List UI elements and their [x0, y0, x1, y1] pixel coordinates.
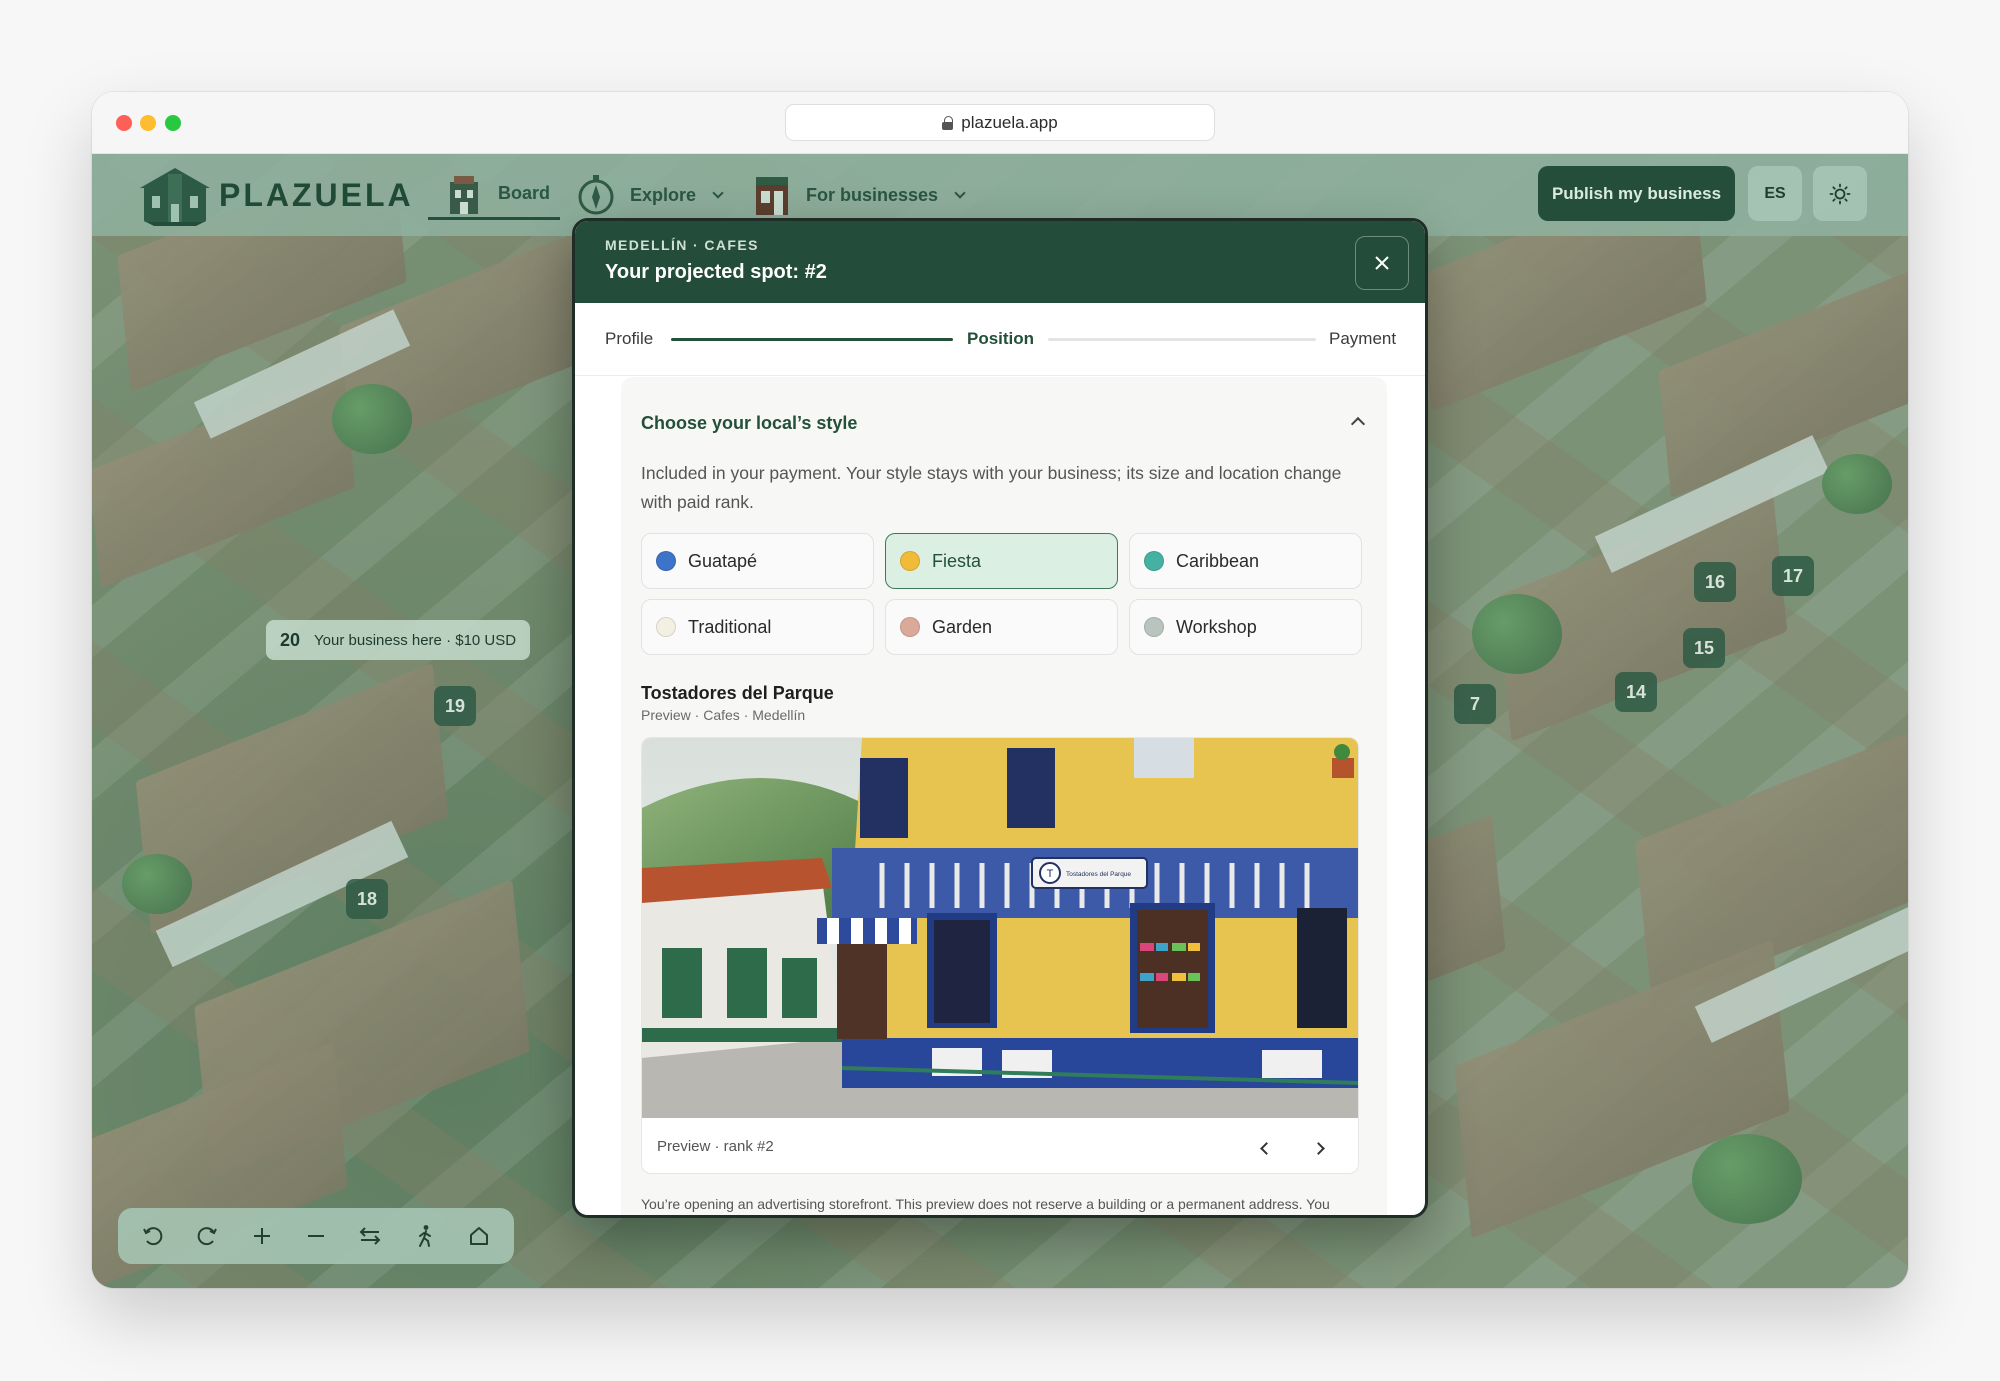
nav-board-label: Board	[498, 183, 551, 203]
home-view-icon[interactable]	[464, 1221, 494, 1251]
style-option-caribbean[interactable]: Caribbean	[1129, 533, 1362, 589]
style-option-label: Traditional	[688, 616, 772, 637]
style-option-label: Workshop	[1176, 616, 1257, 637]
lock-icon	[942, 115, 954, 130]
chevron-down-icon	[954, 187, 966, 199]
close-modal-button[interactable]	[1355, 236, 1409, 290]
close-window-button[interactable]	[116, 115, 132, 131]
preview-footer: Preview · rank #2	[642, 1118, 1358, 1173]
style-option-fiesta[interactable]: Fiesta	[885, 533, 1118, 589]
browser-window: plazuela.app 20 Your business here · $10…	[92, 92, 1908, 1288]
modal-scroll-area[interactable]: Choose your local’s style Included in yo…	[575, 377, 1425, 1215]
publish-modal: MEDELLÍN · CAFES Your projected spot: #2…	[572, 218, 1428, 1218]
style-option-label: Garden	[932, 616, 993, 637]
section-description: Included in your payment. Your style sta…	[641, 463, 1342, 512]
zoom-out-icon[interactable]	[301, 1221, 331, 1251]
modal-title: Your projected spot: #2	[605, 261, 827, 283]
swatch-icon	[1144, 551, 1164, 571]
theme-toggle-button[interactable]	[1813, 166, 1867, 221]
style-option-workshop[interactable]: Workshop	[1129, 599, 1362, 655]
step-line-complete	[671, 338, 953, 341]
preview-rank-label: Preview · rank #2	[657, 1138, 774, 1155]
nav-explore-label: Explore	[630, 184, 697, 205]
swap-view-icon[interactable]	[355, 1221, 385, 1251]
close-icon	[1375, 256, 1389, 270]
business-tag-number: 20	[280, 629, 301, 650]
sun-icon	[1829, 183, 1851, 204]
minimize-window-button[interactable]	[140, 115, 156, 131]
rotate-right-icon[interactable]	[192, 1221, 222, 1251]
step-profile[interactable]: Profile	[605, 329, 653, 349]
chevron-up-icon[interactable]	[1350, 416, 1366, 432]
business-placeholder-tag[interactable]: 20 Your business here · $10 USD	[266, 620, 531, 660]
modal-eyebrow: MEDELLÍN · CAFES	[605, 237, 759, 253]
section-title[interactable]: Choose your local’s style	[641, 413, 857, 434]
swatch-icon	[656, 551, 676, 571]
preview-business-name: Tostadores del Parque	[641, 683, 834, 703]
chevron-right-icon	[1311, 1141, 1325, 1155]
browser-titlebar: plazuela.app	[92, 92, 1908, 154]
chevron-left-icon	[1259, 1141, 1273, 1155]
nav-board[interactable]: Board	[428, 170, 561, 220]
map-marker[interactable]: 14	[1615, 672, 1657, 712]
step-payment[interactable]: Payment	[1329, 329, 1396, 349]
language-toggle-button[interactable]: ES	[1748, 166, 1802, 221]
map-marker[interactable]: 15	[1683, 628, 1725, 668]
preview-prev-button[interactable]	[1252, 1136, 1276, 1160]
disclaimer-text: You’re opening an advertising storefront…	[641, 1196, 1330, 1212]
publish-business-button[interactable]: Publish my business	[1538, 166, 1735, 221]
style-options: Guatapé Fiesta Caribbean Traditional Gar…	[641, 533, 1365, 655]
map-marker[interactable]: 17	[1772, 556, 1814, 596]
map-marker[interactable]: 16	[1694, 562, 1736, 602]
map-marker[interactable]: 18	[346, 879, 388, 919]
nav-for-businesses-label: For businesses	[806, 184, 939, 205]
board-building-icon	[450, 175, 478, 214]
style-section: Choose your local’s style Included in yo…	[621, 377, 1387, 1215]
modal-header: MEDELLÍN · CAFES Your projected spot: #2	[575, 221, 1425, 303]
plazuela-logo-icon[interactable]	[138, 164, 212, 226]
swatch-icon	[900, 617, 920, 637]
storefront-sign-text: Tostadores del Parque	[1066, 871, 1131, 878]
step-line-pending	[1048, 338, 1316, 341]
walk-mode-icon[interactable]	[410, 1221, 440, 1251]
style-option-traditional[interactable]: Traditional	[641, 599, 874, 655]
logo-text: PLAZUELA	[219, 177, 414, 213]
compass-icon	[578, 175, 614, 215]
preview-next-button[interactable]	[1308, 1136, 1332, 1160]
preview-meta: Preview · Cafes · Medellín	[641, 707, 806, 723]
style-option-label: Caribbean	[1176, 550, 1260, 571]
zoom-window-button[interactable]	[165, 115, 181, 131]
chevron-down-icon	[712, 187, 724, 199]
storefront-icon	[756, 177, 788, 215]
style-option-label: Guatapé	[688, 550, 758, 571]
swatch-icon	[900, 551, 920, 571]
progress-stepper: Profile Position Payment	[575, 303, 1425, 376]
style-option-garden[interactable]: Garden	[885, 599, 1118, 655]
zoom-in-icon[interactable]	[247, 1221, 277, 1251]
business-tag-text: Your business here · $10 USD	[314, 631, 517, 649]
style-option-label: Fiesta	[932, 550, 982, 571]
nav-for-businesses[interactable]: For businesses	[752, 170, 966, 220]
step-position[interactable]: Position	[967, 329, 1034, 349]
swatch-icon	[1144, 617, 1164, 637]
svg-text:T: T	[1047, 868, 1054, 880]
nav-explore[interactable]: Explore	[576, 170, 724, 220]
map-toolbar	[118, 1208, 514, 1264]
style-option-guatape[interactable]: Guatapé	[641, 533, 874, 589]
map-marker[interactable]: 19	[434, 686, 476, 726]
swatch-icon	[656, 617, 676, 637]
url-text: plazuela.app	[961, 112, 1058, 132]
storefront-preview-image: T Tostadores del Parque	[642, 738, 1358, 1118]
preview-card: T Tostadores del Parque Preview · rank #…	[641, 737, 1359, 1174]
address-bar[interactable]: plazuela.app	[785, 104, 1215, 141]
map-marker[interactable]: 7	[1454, 684, 1496, 724]
rotate-left-icon[interactable]	[138, 1221, 168, 1251]
